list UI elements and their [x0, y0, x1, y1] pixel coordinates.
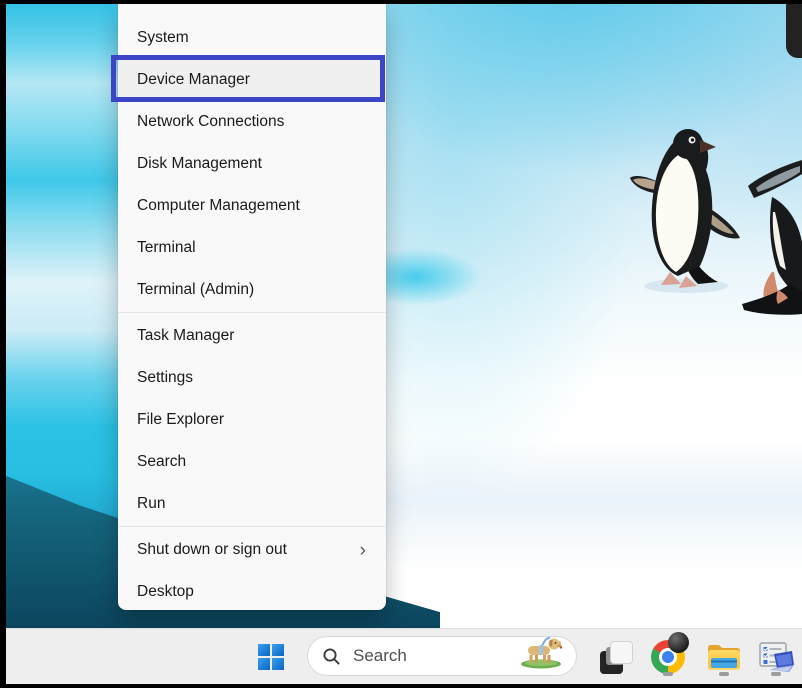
menu-item-label: Desktop [137, 583, 194, 601]
crop-frame-left [0, 0, 6, 688]
menu-item-label: Device Manager [137, 71, 250, 89]
crop-frame-top [0, 0, 802, 4]
menu-item-label: Disk Management [137, 155, 262, 173]
start-button[interactable] [249, 635, 293, 679]
menu-item-label: Network Connections [137, 113, 284, 131]
search-placeholder: Search [353, 646, 407, 666]
menu-item-task-manager[interactable]: Task Manager [118, 315, 386, 357]
iceberg-cyan-patch [372, 248, 482, 306]
menu-item-shut-down-or-sign-out[interactable]: Shut down or sign out › [118, 529, 386, 571]
winx-menu: System Device Manager Network Connection… [118, 4, 386, 610]
menu-item-desktop[interactable]: Desktop [118, 571, 386, 613]
running-indicator [771, 672, 781, 676]
menu-item-file-explorer[interactable]: File Explorer [118, 399, 386, 441]
menu-item-label: Search [137, 453, 186, 471]
file-explorer-button[interactable] [702, 635, 746, 679]
menu-item-device-manager[interactable]: Device Manager [118, 59, 386, 101]
menu-item-label: Terminal (Admin) [137, 281, 254, 299]
crop-frame-bottom [0, 684, 802, 688]
penguin-partial-image [742, 142, 802, 337]
menu-item-label: Task Manager [137, 327, 234, 345]
menu-item-network-connections[interactable]: Network Connections [118, 101, 386, 143]
windows-logo-icon [258, 644, 284, 670]
menu-item-label: System [137, 29, 189, 47]
running-indicator [719, 672, 729, 676]
menu-separator [118, 312, 386, 313]
menu-item-system[interactable]: System [118, 17, 386, 59]
menu-item-computer-management[interactable]: Computer Management [118, 185, 386, 227]
menu-item-label: Run [137, 495, 165, 513]
chevron-right-icon: › [360, 541, 366, 560]
menu-item-label: Shut down or sign out [137, 541, 287, 559]
device-manager-button[interactable] [754, 635, 798, 679]
menu-item-settings[interactable]: Settings [118, 357, 386, 399]
chrome-button[interactable] [646, 635, 690, 679]
menu-item-terminal[interactable]: Terminal [118, 227, 386, 269]
snow-shadow-band [380, 440, 802, 570]
penguin-image [628, 126, 748, 296]
search-icon [322, 647, 341, 666]
profile-avatar [668, 632, 689, 653]
folder-icon [706, 642, 742, 672]
menu-separator [118, 526, 386, 527]
desktop-screen: System Device Manager Network Connection… [0, 0, 802, 688]
menu-item-label: File Explorer [137, 411, 224, 429]
menu-item-terminal-admin[interactable]: Terminal (Admin) [118, 269, 386, 311]
menu-item-disk-management[interactable]: Disk Management [118, 143, 386, 185]
menu-item-label: Terminal [137, 239, 196, 257]
task-view-button[interactable] [592, 635, 636, 679]
search-highlight-dog-image[interactable] [516, 633, 568, 674]
menu-item-run[interactable]: Run [118, 483, 386, 525]
corner-dark-shape [786, 0, 802, 58]
taskbar-search-box[interactable]: Search [307, 636, 577, 676]
running-indicator [663, 672, 673, 676]
menu-item-label: Settings [137, 369, 193, 387]
menu-item-search[interactable]: Search [118, 441, 386, 483]
menu-item-label: Computer Management [137, 197, 300, 215]
